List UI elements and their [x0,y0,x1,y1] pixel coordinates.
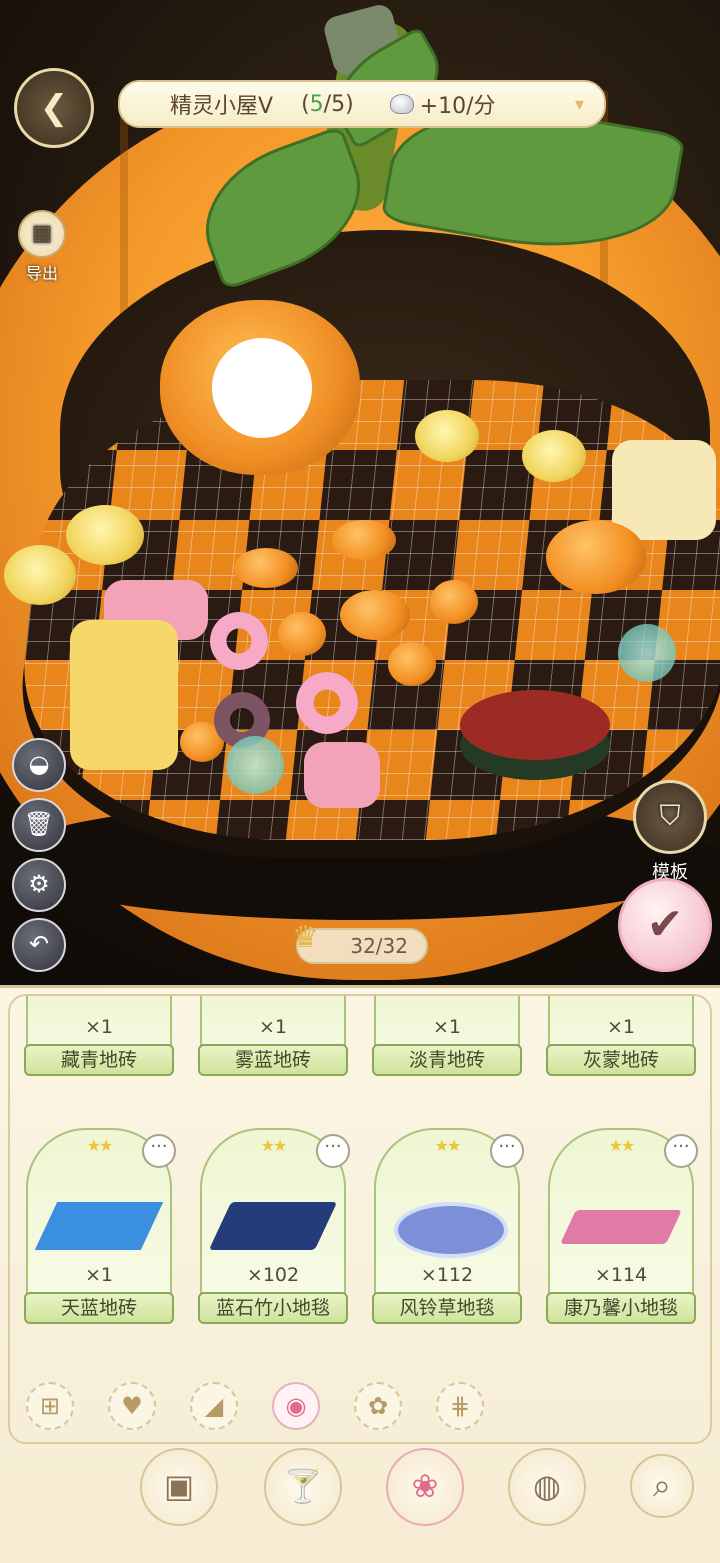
item-card[interactable]: ★★ ··· ×114 康乃馨小地毯 [546,1128,698,1324]
watering-can-icon[interactable]: ♥ [108,1382,156,1430]
halloween-banquet-table[interactable] [460,690,610,760]
bathtub[interactable] [612,440,716,540]
mini-pumpkin[interactable] [332,520,396,560]
item-card[interactable]: ×1 藏青地砖 [24,996,174,1076]
item-card[interactable]: ★★ ··· ×102 蓝石竹小地毯 [198,1128,350,1324]
wings-back-icon: ❮ [39,88,69,128]
settings-button[interactable]: ⚙ [12,858,66,912]
item-name: 天蓝地砖 [24,1292,174,1324]
house-count: (5/5) [301,91,354,117]
pumpkin-lamp[interactable] [4,545,76,605]
item-qty: ×102 [246,1264,300,1286]
item-name: 康乃馨小地毯 [546,1292,696,1324]
sofa-icon: ⛉ [633,780,707,854]
more-options-button[interactable]: ··· [664,1134,698,1168]
mini-pumpkin[interactable] [234,548,298,588]
more-options-button[interactable]: ··· [142,1134,176,1168]
item-qty: ×112 [420,1264,474,1286]
search-icon[interactable]: ⌕ [630,1454,694,1518]
item-qty: ×114 [594,1264,648,1286]
check-icon: ✔ [646,899,684,950]
more-options-button[interactable]: ··· [316,1134,350,1168]
category-tabs: ⊞ ♥ ◢ ◉ ✿ ⋕ [26,1382,506,1432]
planet-icon[interactable]: ◍ [508,1448,586,1526]
house-name: 精灵小屋V [170,94,274,119]
qr-code-icon: ▦ [18,210,66,258]
item-card[interactable]: ×1 雾蓝地砖 [198,996,348,1076]
bellflower-rug-thumbnail [394,1202,508,1258]
flower-vase-icon[interactable]: ❀ [386,1448,464,1526]
item-qty: ×1 [84,1264,113,1286]
furniture-capacity: ♛ 32/32 [292,920,428,964]
pumpkin-house-furniture[interactable] [160,300,360,475]
back-button[interactable]: ❮ [14,68,94,148]
crystal-orb-lamp[interactable] [226,736,284,794]
floor-tile-icon[interactable]: ⊞ [26,1382,74,1430]
pink-cake-table[interactable] [304,742,380,808]
donut-seat[interactable] [210,612,268,670]
dropdown-icon[interactable]: ▾ [575,94,584,115]
donut-seat[interactable] [296,672,358,734]
capacity-text: 32/32 [350,934,408,958]
hide-ui-icon: ◒ [28,750,50,778]
gear-icon: ⚙ [28,870,50,898]
inventory-panel: ×1 藏青地砖 ×1 雾蓝地砖 ×1 淡青地砖 ×1 灰蒙地砖 ★★ ··· ×… [0,985,720,1563]
plant-icon[interactable]: ✿ [354,1382,402,1430]
item-qty: ×1 [258,1016,287,1038]
item-name: 淡青地砖 [372,1044,522,1076]
item-qty: ×1 [84,1016,113,1038]
shell-icon [389,94,414,114]
pumpkin-lamp[interactable] [415,410,479,462]
item-name: 蓝石竹小地毯 [198,1292,348,1324]
chair-icon: ♛ [292,920,319,955]
item-card[interactable]: ★★ ··· ×112 风铃草地毯 [372,1128,524,1324]
sky-blue-tile-thumbnail [34,1202,164,1250]
pumpkin-window [212,338,312,438]
export-button[interactable]: ▦ 导出 [12,210,72,283]
undo-icon: ↶ [28,930,50,958]
carnation-rug-thumbnail [560,1210,682,1244]
pumpkin-stool[interactable] [388,642,436,686]
trash-icon: 🗑 [23,810,55,838]
item-card[interactable]: ×1 灰蒙地砖 [546,996,696,1076]
furniture-icon[interactable]: ▣ [140,1448,218,1526]
item-name: 藏青地砖 [24,1044,174,1076]
pumpkin-table[interactable] [546,520,646,594]
crystal-orb-lamp[interactable] [618,624,676,682]
pumpkin-cake-stand[interactable] [340,590,410,640]
house-title-bar[interactable]: 精灵小屋V (5/5) +10/分 ▾ [118,80,606,128]
item-qty: ×1 [432,1016,461,1038]
fence-icon[interactable]: ⋕ [436,1382,484,1430]
undo-button[interactable]: ↶ [12,918,66,972]
rug-icon[interactable]: ◉ [272,1382,320,1430]
hide-ui-button[interactable]: ◒ [12,738,66,792]
house-scene[interactable] [0,0,720,985]
income-rate: +10/分 [419,94,496,119]
pumpkin-stool[interactable] [430,580,478,624]
more-options-button[interactable]: ··· [490,1134,524,1168]
template-button[interactable]: ⛉ 模板 [632,780,708,884]
pumpkin-lamp[interactable] [66,505,144,565]
export-label: 导出 [25,264,58,283]
delete-button[interactable]: 🗑 [12,798,66,852]
item-card[interactable]: ×1 淡青地砖 [372,996,522,1076]
pumpkin-lamp[interactable] [522,430,586,482]
inventory-grid[interactable]: ×1 藏青地砖 ×1 雾蓝地砖 ×1 淡青地砖 ×1 灰蒙地砖 ★★ ··· ×… [8,994,712,1444]
cocktail-icon[interactable]: 🍸 [264,1448,342,1526]
item-name: 雾蓝地砖 [198,1044,348,1076]
kitchen-counter[interactable] [70,620,178,770]
item-card[interactable]: ★★ ··· ×1 天蓝地砖 [24,1128,176,1324]
pumpkin-stool[interactable] [278,612,326,656]
item-name: 风铃草地毯 [372,1292,522,1324]
item-qty: ×1 [606,1016,635,1038]
cake-slice-icon[interactable]: ◢ [190,1382,238,1430]
item-name: 灰蒙地砖 [546,1044,696,1076]
confirm-button[interactable]: ✔ [618,878,712,972]
blue-rug-thumbnail [208,1202,338,1250]
bottom-nav: ▣ 🍸 ❀ ◍ ⌕ [0,1438,720,1548]
